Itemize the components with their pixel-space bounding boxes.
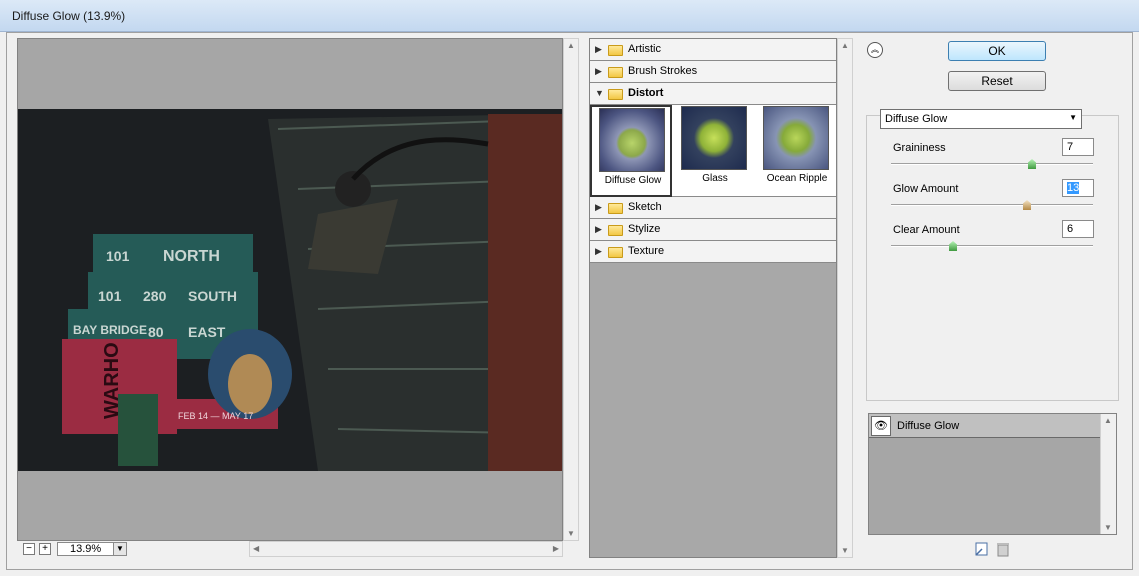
sign-east-label: EAST <box>188 324 226 340</box>
filter-thumb-ocean-ripple[interactable]: Ocean Ripple <box>756 105 838 197</box>
zoom-in-button[interactable]: + <box>39 543 51 555</box>
filter-thumb-label: Ocean Ripple <box>766 173 828 184</box>
expand-arrow-icon[interactable]: ▶ <box>595 202 602 213</box>
scroll-up-arrow-icon[interactable]: ▲ <box>841 41 849 50</box>
glow-amount-value: 13 <box>1067 182 1080 194</box>
banner-dates: FEB 14 — MAY 17 <box>178 411 253 421</box>
new-effect-layer-icon[interactable] <box>973 541 989 557</box>
scroll-down-arrow-icon[interactable]: ▼ <box>567 529 575 538</box>
ok-button[interactable]: OK <box>948 41 1046 61</box>
scroll-right-arrow-icon[interactable]: ▶ <box>553 544 559 553</box>
sign-route-101: 101 <box>98 288 122 304</box>
filter-select-dropdown[interactable]: Diffuse Glow ▼ <box>880 109 1082 129</box>
effect-layers-list: 👁 Diffuse Glow <box>868 413 1117 535</box>
banner-warhol: WARHO <box>101 342 123 419</box>
layers-scrollbar[interactable]: ▲ ▼ <box>1100 414 1116 534</box>
sign-bay-bridge: BAY BRIDGE <box>73 323 147 337</box>
zoom-out-button[interactable]: − <box>23 543 35 555</box>
trash-icon[interactable] <box>995 541 1011 557</box>
expand-arrow-icon[interactable]: ▶ <box>595 246 602 257</box>
sign-north-label: NORTH <box>163 248 220 265</box>
sign-route-80: 80 <box>148 324 164 340</box>
sign-route-280: 280 <box>143 288 167 304</box>
clear-amount-slider-track[interactable] <box>891 245 1093 247</box>
effect-layer-row[interactable]: 👁 Diffuse Glow <box>869 414 1100 438</box>
chevron-down-icon: ▼ <box>116 544 124 553</box>
sign-south-label: SOUTH <box>188 288 237 304</box>
scroll-up-arrow-icon[interactable]: ▲ <box>1104 416 1112 425</box>
glow-amount-slider-track[interactable] <box>891 204 1093 206</box>
gallery-scrollbar[interactable]: ▲ ▼ <box>837 38 853 558</box>
filter-gallery: ▶ Artistic ▶ Brush Strokes ▼ Distort Dif… <box>589 38 837 558</box>
category-distort[interactable]: ▼ Distort <box>590 83 836 105</box>
folder-icon <box>608 203 623 214</box>
double-chevron-up-icon[interactable]: ︽ <box>867 42 883 58</box>
graininess-label: Graininess <box>893 142 946 154</box>
glow-amount-field[interactable]: 13 <box>1062 179 1094 197</box>
sign-route-101-north: 101 <box>106 248 130 264</box>
expand-arrow-icon[interactable]: ▶ <box>595 66 602 77</box>
filter-thumb-label: Glass <box>702 173 728 184</box>
folder-icon <box>608 67 623 78</box>
category-artistic[interactable]: ▶ Artistic <box>590 39 836 61</box>
folder-icon <box>608 225 623 236</box>
diffuse-glow-preview-image <box>599 108 665 172</box>
ocean-ripple-preview-image <box>763 106 829 170</box>
graininess-slider-thumb[interactable] <box>1028 159 1036 169</box>
filter-thumb-label: Diffuse Glow <box>604 175 662 186</box>
eye-icon[interactable]: 👁 <box>871 416 891 436</box>
category-label: Distort <box>628 87 664 99</box>
graininess-slider-track[interactable] <box>891 163 1093 165</box>
expand-arrow-icon[interactable]: ▶ <box>595 224 602 235</box>
category-label: Sketch <box>628 201 662 213</box>
category-label: Stylize <box>628 223 661 235</box>
zoom-level-field[interactable]: 13.9% <box>57 542 119 556</box>
title-bar: Diffuse Glow (13.9%) <box>0 0 1139 32</box>
filter-thumb-glass[interactable]: Glass <box>674 105 756 197</box>
category-label: Brush Strokes <box>628 65 698 77</box>
scroll-down-arrow-icon[interactable]: ▼ <box>1104 523 1112 532</box>
preview-vertical-scrollbar[interactable]: ▲ ▼ <box>563 38 579 541</box>
glow-amount-label: Glow Amount <box>893 183 959 195</box>
chevron-down-icon: ▼ <box>1069 113 1077 122</box>
effect-layer-label: Diffuse Glow <box>897 420 960 432</box>
reset-button[interactable]: Reset <box>948 71 1046 91</box>
expand-arrow-icon[interactable]: ▶ <box>595 44 602 55</box>
scroll-up-arrow-icon[interactable]: ▲ <box>567 41 575 50</box>
category-label: Artistic <box>628 43 661 55</box>
scroll-down-arrow-icon[interactable]: ▼ <box>841 546 849 555</box>
filter-select-value: Diffuse Glow <box>885 113 948 125</box>
category-stylize[interactable]: ▶ Stylize <box>590 219 836 241</box>
preview-image: 101 NORTH 101 280 SOUTH BAY BRIDGE 80 EA… <box>18 109 562 471</box>
folder-icon <box>608 247 623 258</box>
clear-amount-label: Clear Amount <box>893 224 960 236</box>
filter-settings-panel: Diffuse Glow ▼ Graininess 7 Glow Amount … <box>866 109 1119 401</box>
category-label: Texture <box>628 245 665 257</box>
graininess-field[interactable]: 7 <box>1062 138 1094 156</box>
glass-preview-image <box>681 106 747 170</box>
category-texture[interactable]: ▶ Texture <box>590 241 836 263</box>
glow-amount-slider-thumb[interactable] <box>1023 200 1031 210</box>
window-title: Diffuse Glow (13.9%) <box>12 9 126 23</box>
collapse-arrow-icon[interactable]: ▼ <box>595 88 604 98</box>
clear-amount-field[interactable]: 6 <box>1062 220 1094 238</box>
category-sketch[interactable]: ▶ Sketch <box>590 197 836 219</box>
folder-icon <box>608 45 623 56</box>
filter-thumb-diffuse-glow[interactable]: Diffuse Glow <box>590 105 672 197</box>
clear-amount-slider-thumb[interactable] <box>949 241 957 251</box>
category-brush-strokes[interactable]: ▶ Brush Strokes <box>590 61 836 83</box>
scroll-left-arrow-icon[interactable]: ◀ <box>253 544 259 553</box>
preview-pane[interactable]: 101 NORTH 101 280 SOUTH BAY BRIDGE 80 EA… <box>17 38 563 541</box>
zoom-dropdown-button[interactable]: ▼ <box>113 542 127 556</box>
distort-thumbnails: Diffuse Glow Glass Ocean Ripple <box>590 105 836 197</box>
preview-horizontal-scrollbar[interactable]: ◀ ▶ <box>249 541 563 557</box>
zoom-bar: − + 13.9% ▼ <box>17 541 249 557</box>
folder-icon <box>608 89 623 100</box>
